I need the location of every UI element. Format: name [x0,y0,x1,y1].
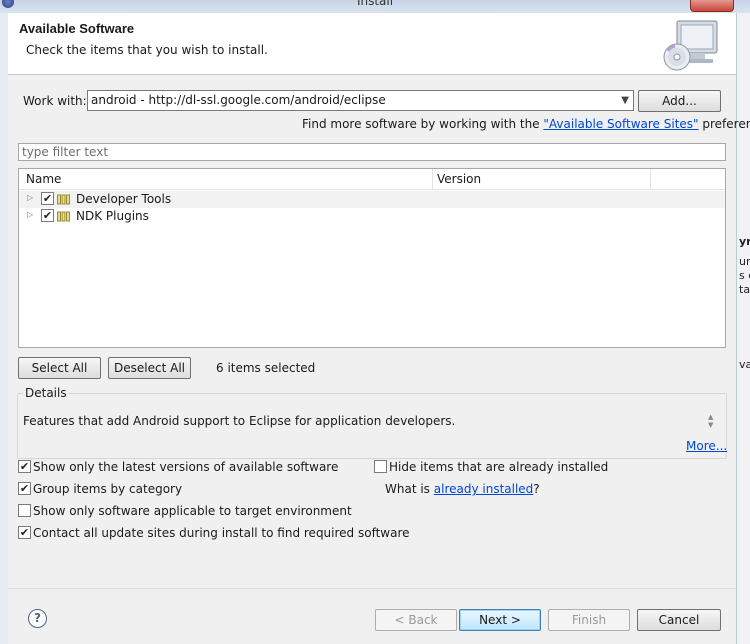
footer-separator [8,588,736,589]
finish-button[interactable]: Finish [548,609,630,631]
background-window-right: yr ur s c ta vai [736,13,750,644]
window-titlebar: Install [0,0,750,13]
deselect-all-button[interactable]: Deselect All [108,357,191,379]
filter-input[interactable] [19,144,725,160]
items-selected-count: 6 items selected [216,361,316,375]
tree-row-label: Developer Tools [76,192,172,206]
help-icon[interactable]: ? [28,609,47,628]
what-is-installed-text: What is already installed? [385,482,540,496]
hide-installed-label: Hide items that are already installed [389,460,609,474]
details-scroll-arrows[interactable]: ▲ ▼ [708,413,713,429]
find-more-text: Find more software by working with the "… [302,117,750,131]
expand-arrow-icon[interactable]: ▷ [27,193,33,202]
background-text: ur [739,255,750,268]
column-header-version[interactable]: Version [437,172,481,186]
details-text: Features that add Android support to Ecl… [23,414,456,428]
developer-tools-checkbox[interactable]: ✔ [41,192,54,205]
chevron-down-icon[interactable]: ▼ [621,95,629,106]
more-link[interactable]: More... [686,439,727,453]
feature-group-icon [57,211,70,222]
back-button[interactable]: < Back [375,609,457,631]
window-close-button[interactable] [690,0,734,12]
contact-sites-label: Contact all update sites during install … [33,526,410,540]
column-header-name[interactable]: Name [26,172,61,186]
tree-row-developer-tools[interactable]: ▷ ✔ Developer Tools [19,191,725,208]
group-by-category-checkbox[interactable]: ✔ [18,482,31,495]
details-legend: Details [23,386,69,400]
available-software-sites-link[interactable]: "Available Software Sites" [543,117,698,131]
latest-only-checkbox[interactable]: ✔ [18,460,31,473]
contact-sites-checkbox[interactable]: ✔ [18,526,31,539]
already-installed-link[interactable]: already installed [434,482,534,496]
software-tree[interactable]: Name Version ▷ ✔ Developer Tools ▷ ✔ NDK… [18,168,726,348]
next-button[interactable]: Next > [459,609,541,631]
find-more-prefix: Find more software by working with the [302,117,544,131]
background-window-left [0,13,8,644]
wizard-banner: Available Software Check the items that … [8,13,736,75]
applicable-only-label: Show only software applicable to target … [33,504,352,518]
latest-only-label: Show only the latest versions of availab… [33,460,339,474]
applicable-only-checkbox[interactable] [18,504,31,517]
cancel-button[interactable]: Cancel [637,609,721,631]
window-title: Install [356,0,394,8]
filter-field[interactable] [18,143,726,161]
install-dialog: Available Software Check the items that … [8,13,750,644]
column-divider[interactable] [432,169,433,190]
ndk-plugins-checkbox[interactable]: ✔ [41,209,54,222]
hide-installed-checkbox[interactable] [374,460,387,473]
what-is-prefix: What is [385,482,434,496]
work-with-label: Work with: [23,94,87,108]
background-text: s c [739,269,750,282]
background-text: ta [739,283,750,296]
feature-group-icon [57,194,70,205]
column-divider[interactable] [650,169,651,190]
what-is-suffix: ? [533,482,540,496]
page-title: Available Software [19,21,135,36]
background-text: yr [739,235,750,248]
background-text: vai [739,358,750,371]
work-with-value: android - http://dl-ssl.google.com/andro… [91,93,386,107]
page-subtitle: Check the items that you wish to install… [26,43,268,57]
expand-arrow-icon[interactable]: ▷ [27,210,33,219]
tree-row-label: NDK Plugins [76,209,149,223]
add-site-button[interactable]: Add... [638,90,721,112]
tree-row-ndk-plugins[interactable]: ▷ ✔ NDK Plugins [19,208,725,225]
tree-header: Name Version [19,169,725,190]
group-by-category-label: Group items by category [33,482,183,496]
work-with-combo[interactable]: android - http://dl-ssl.google.com/andro… [87,90,634,111]
select-all-button[interactable]: Select All [18,357,101,379]
find-more-suffix: preferences. [702,117,750,131]
install-cd-monitor-icon [663,20,718,71]
